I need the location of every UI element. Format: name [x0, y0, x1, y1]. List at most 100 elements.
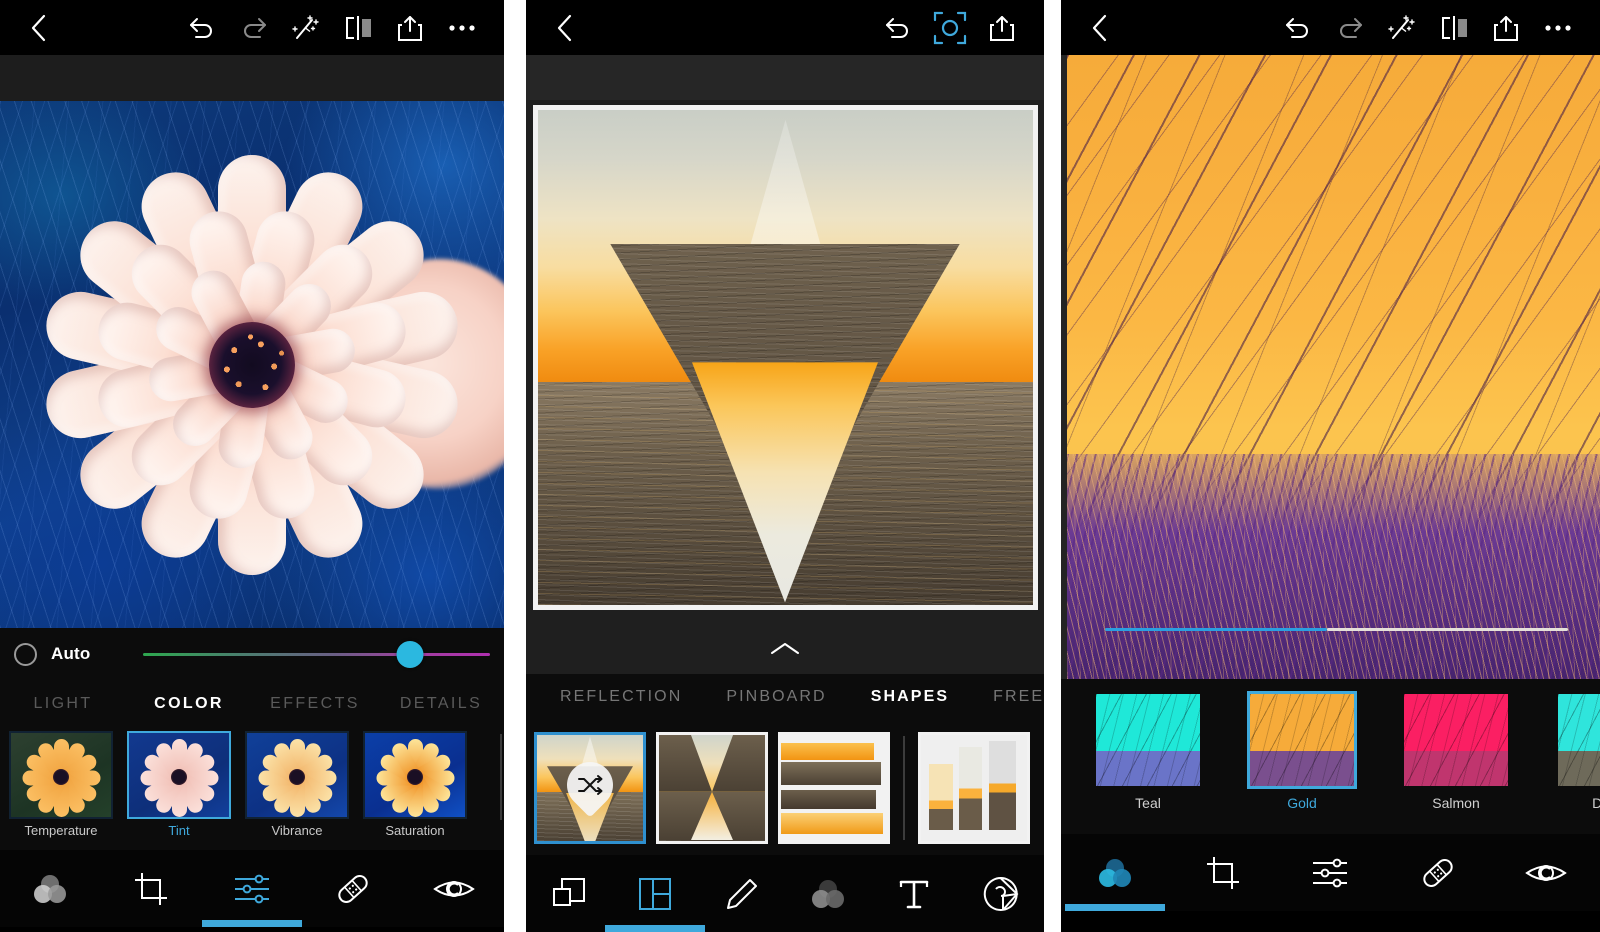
adjustment-tint[interactable]: Tint — [124, 731, 234, 838]
nav-heal[interactable] — [302, 850, 403, 927]
nav-collage[interactable] — [605, 855, 706, 932]
nav-red-eye[interactable] — [1492, 834, 1600, 911]
shape-template-shuffle[interactable] — [534, 731, 646, 844]
adjustment-saturation[interactable]: Saturation — [360, 731, 470, 838]
photo-grass-field — [1067, 454, 1600, 679]
shape-template-hourglass[interactable] — [656, 731, 768, 844]
photo-flower-core — [209, 321, 295, 408]
collage-frame[interactable] — [532, 104, 1038, 610]
share-icon[interactable] — [1480, 5, 1532, 51]
tab-details[interactable]: DETAILS — [378, 695, 504, 713]
adjustment-vibrance[interactable]: Vibrance — [242, 731, 352, 838]
color-mix-circles-icon — [1098, 858, 1131, 887]
photo-canvas-dahlia[interactable] — [0, 101, 504, 628]
top-toolbar — [0, 0, 504, 55]
adjustment-thumbnail-strip[interactable]: Temperature Tint Vibrance Saturation — [0, 728, 504, 850]
shape-template-strip[interactable] — [526, 720, 1044, 855]
nav-crop[interactable] — [1169, 834, 1277, 911]
preset-salmon[interactable]: Salmon — [1389, 691, 1523, 811]
adjustment-thumb[interactable] — [363, 731, 467, 819]
tab-freeforms[interactable]: FREEFORMS — [971, 688, 1044, 706]
tint-slider-thumb[interactable] — [396, 640, 424, 668]
thumb-blades — [1404, 694, 1508, 786]
nav-heal[interactable] — [1384, 834, 1492, 911]
preset-thumb[interactable] — [1247, 691, 1357, 789]
strip-scroll-indicator[interactable] — [500, 734, 502, 820]
nav-adjust[interactable] — [1277, 834, 1385, 911]
bottom-navigation — [526, 855, 1044, 932]
nav-looks[interactable] — [1061, 834, 1169, 911]
redo-icon[interactable] — [1324, 5, 1376, 51]
adjustment-thumb[interactable] — [245, 731, 349, 819]
phone-gap-divider-1 — [504, 0, 526, 932]
top-toolbar — [1061, 0, 1600, 55]
nav-looks[interactable] — [785, 855, 871, 932]
tab-pinboard[interactable]: PINBOARD — [704, 688, 848, 706]
tab-color[interactable]: COLOR — [126, 695, 252, 713]
shape-template-columns[interactable] — [918, 731, 1030, 844]
nav-layers[interactable] — [526, 855, 612, 932]
focus-target-icon[interactable] — [924, 5, 976, 51]
undo-icon[interactable] — [176, 5, 228, 51]
nav-red-eye[interactable] — [403, 850, 504, 927]
nav-sticker[interactable] — [958, 855, 1044, 932]
mini-flower-preview — [247, 733, 347, 817]
nav-draw[interactable] — [699, 855, 785, 932]
thumb-blades — [1558, 694, 1600, 786]
adjustment-label: Saturation — [385, 823, 445, 838]
collage-canvas[interactable] — [526, 99, 1044, 624]
looks-preset-strip[interactable]: Teal Gold Salmon D — [1061, 679, 1600, 834]
preset-teal[interactable]: Teal — [1081, 691, 1215, 811]
nav-active-bar — [201, 920, 302, 927]
magic-wand-icon[interactable] — [280, 5, 332, 51]
nav-crop[interactable] — [101, 850, 202, 927]
back-chevron-icon[interactable] — [16, 5, 62, 51]
magic-wand-icon[interactable] — [1376, 5, 1428, 51]
tint-slider[interactable] — [143, 640, 490, 668]
share-icon[interactable] — [976, 5, 1028, 51]
compare-split-icon[interactable] — [332, 5, 384, 51]
tab-light[interactable]: LIGHT — [0, 695, 126, 713]
strip-divider — [903, 735, 905, 840]
preset-thumb[interactable] — [1093, 691, 1203, 789]
auto-toggle-circle[interactable] — [14, 642, 37, 666]
adjustment-temperature[interactable]: Temperature — [6, 731, 116, 838]
adjustment-thumb[interactable] — [9, 731, 113, 819]
adjustment-thumb[interactable] — [127, 731, 231, 819]
shuffle-icon — [578, 775, 603, 796]
collage-style-tabs: REFLECTION PINBOARD SHAPES FREEFORMS — [526, 674, 1044, 720]
pencil-draw-icon — [726, 878, 757, 909]
color-mix-circles-icon — [812, 879, 845, 908]
shape-template-bands[interactable] — [778, 731, 890, 844]
mini-flower-preview — [129, 733, 229, 817]
preset-gold[interactable]: Gold — [1235, 691, 1369, 811]
tab-effects[interactable]: EFFECTS — [252, 695, 378, 713]
nav-text[interactable] — [871, 855, 957, 932]
share-icon[interactable] — [384, 5, 436, 51]
color-mix-circles-icon — [34, 874, 67, 903]
photo-dahlia-flower — [17, 130, 487, 600]
nav-active-bar — [1064, 904, 1165, 911]
preset-label: Salmon — [1432, 795, 1480, 811]
back-chevron-icon[interactable] — [542, 5, 588, 51]
more-ellipsis-icon[interactable] — [436, 5, 488, 51]
redo-icon[interactable] — [228, 5, 280, 51]
undo-icon[interactable] — [872, 5, 924, 51]
nav-looks[interactable] — [0, 850, 101, 927]
collage-artwork — [537, 109, 1033, 605]
preset-thumb[interactable] — [1555, 691, 1600, 789]
tab-shapes[interactable]: SHAPES — [849, 688, 971, 706]
photo-grass-sunset[interactable] — [1067, 55, 1600, 679]
crop-icon — [135, 872, 168, 905]
preset-dawn[interactable]: Dawn — [1543, 691, 1600, 811]
nav-adjust[interactable] — [201, 850, 303, 927]
looks-intensity-slider[interactable] — [1105, 617, 1568, 643]
back-chevron-icon[interactable] — [1077, 5, 1123, 51]
preset-thumb[interactable] — [1401, 691, 1511, 789]
compare-split-icon[interactable] — [1428, 5, 1480, 51]
undo-icon[interactable] — [1272, 5, 1324, 51]
tab-reflection[interactable]: REFLECTION — [538, 688, 704, 706]
photo-canvas-grass[interactable] — [1061, 55, 1600, 679]
more-ellipsis-icon[interactable] — [1532, 5, 1584, 51]
panel-collapse-handle[interactable] — [526, 624, 1044, 674]
